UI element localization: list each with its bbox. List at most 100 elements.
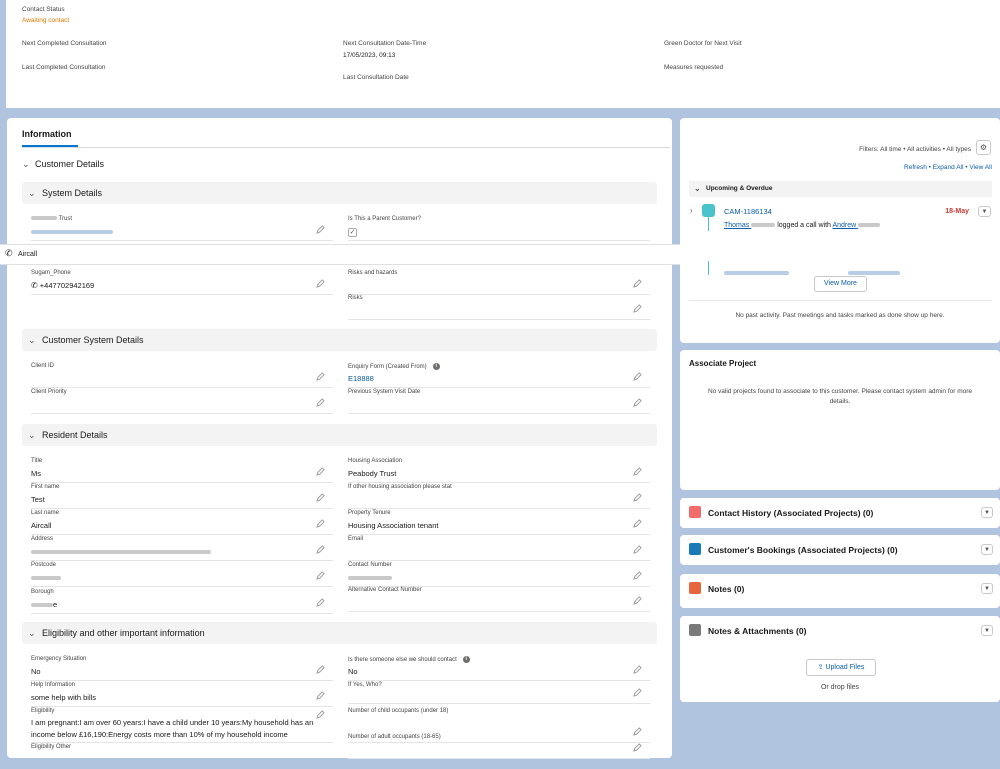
contact-history-title[interactable]: Contact History (Associated Projects) (0… [708,508,873,518]
pencil-icon[interactable] [316,545,325,554]
pencil-icon[interactable] [633,467,642,476]
pencil-icon[interactable] [316,665,325,674]
notes-icon [689,582,701,594]
tab-information[interactable]: Information [22,129,72,139]
upcoming-overdue-header[interactable]: ⌄ Upcoming & Overdue [689,181,992,197]
title-value: Ms [31,469,41,478]
contact-history-card: Contact History (Associated Projects) (0… [680,498,1000,528]
trust-field: Trust [31,216,333,241]
last-name-field: Last name Aircall [31,510,333,535]
contact-number-label: Contact Number [348,562,392,568]
pencil-icon[interactable] [316,493,325,502]
dropdown-icon[interactable]: ▼ [981,625,993,636]
parent-customer-checkbox[interactable]: ✓ [348,228,357,237]
pencil-icon[interactable] [316,372,325,381]
contact-status-value: Awaiting contact [22,17,70,24]
customer-details-section[interactable]: ⌄ Customer Details [22,159,104,169]
eligibility-section[interactable]: ⌄ Eligibility and other important inform… [22,622,657,644]
green-doctor-label: Green Doctor for Next Visit [664,40,742,47]
system-details-section[interactable]: ⌄ System Details [22,182,657,204]
info-icon[interactable]: i [432,363,440,370]
customer-system-details-section[interactable]: ⌄ Customer System Details [22,329,657,351]
expand-all-link[interactable]: Expand All [933,164,964,171]
first-name-value: Test [31,495,45,504]
pencil-icon[interactable] [633,571,642,580]
refresh-link[interactable]: Refresh [904,164,927,171]
pencil-icon[interactable] [633,519,642,528]
resident-details-section[interactable]: ⌄ Resident Details [22,424,657,446]
client-id-label: Client ID [31,363,55,369]
gear-icon[interactable]: ⚙ [976,140,991,155]
chevron-right-icon[interactable]: › [690,206,693,215]
notes-card: Notes (0) ▼ [680,574,1000,608]
property-tenure-value: Housing Association tenant [348,521,439,530]
info-icon[interactable]: i [462,656,470,663]
pencil-icon[interactable] [633,743,642,752]
pencil-icon[interactable] [316,710,325,719]
pencil-icon[interactable] [633,372,642,381]
view-all-link[interactable]: View All [969,164,992,171]
housing-association-label: Housing Association [348,458,403,464]
view-more-button[interactable]: View More [814,276,867,292]
dropdown-icon[interactable]: ▼ [981,583,993,594]
previous-visit-field: Previous System Visit Date [348,389,650,414]
redacted-activity [724,264,901,282]
dropdown-icon[interactable]: ▼ [978,206,991,217]
enquiry-form-link[interactable]: E18888 [348,374,638,383]
notes-attachments-title[interactable]: Notes & Attachments (0) [708,626,806,636]
redacted-text [348,576,392,581]
sugam-phone-value[interactable]: +447702942169 [40,281,94,290]
pencil-icon[interactable] [633,665,642,674]
eligibility-value-line2: income below £16,190:Energy costs more t… [31,730,288,739]
pencil-icon[interactable] [316,398,325,407]
if-yes-who-label: If Yes, Who? [348,682,382,688]
timeline-line [708,217,709,231]
phone-icon[interactable]: ✆ [31,281,38,290]
contact-number-field: Contact Number [348,562,650,587]
pencil-icon[interactable] [633,545,642,554]
pencil-icon[interactable] [316,467,325,476]
child-occupants-label: Number of child occupants (under 18) [348,708,449,714]
next-consultation-datetime-label: Next Consultation Date-Time [343,40,427,47]
pencil-icon[interactable] [316,225,325,234]
activity-target-link[interactable]: Andrew [832,222,881,229]
notes-title[interactable]: Notes (0) [708,584,744,594]
attachment-icon [689,624,701,636]
measures-requested-label: Measures requested [664,64,724,71]
pencil-icon[interactable] [633,398,642,407]
aircall-bar[interactable]: ✆ Aircall [0,244,680,265]
pencil-icon[interactable] [633,688,642,697]
pencil-icon[interactable] [316,598,325,607]
bookings-title[interactable]: Customer's Bookings (Associated Projects… [708,545,898,555]
borough-label: Borough [31,589,54,595]
upload-files-button[interactable]: ⇪ Upload Files [806,659,876,676]
last-consultation-date-label: Last Consultation Date [343,74,409,81]
chevron-down-icon: ⌄ [22,159,30,169]
contact-status-label: Contact Status [22,6,65,13]
pencil-icon[interactable] [316,571,325,580]
emergency-label: Emergency Situation [31,656,87,662]
pencil-icon[interactable] [633,596,642,605]
email-field: Email [348,536,650,561]
if-yes-who-field: If Yes, Who? [348,682,650,704]
phone-icon[interactable]: ✆ [5,248,13,259]
pencil-icon[interactable] [316,691,325,700]
dropdown-icon[interactable]: ▼ [981,544,993,555]
title-field: Title Ms [31,458,333,483]
aircall-label[interactable]: Aircall [18,251,37,258]
pencil-icon[interactable] [316,279,325,288]
redacted-text [31,576,61,581]
dropdown-icon[interactable]: ▼ [981,507,993,518]
pencil-icon[interactable] [633,279,642,288]
adult-occupants-field: Number of adult occupants (18-65) [348,734,650,759]
activity-filters[interactable]: Filters: All time • All activities • All… [859,146,971,153]
pencil-icon[interactable] [633,304,642,313]
pencil-icon[interactable] [633,493,642,502]
activity-actor-link[interactable]: Thomas [724,222,776,229]
tab-divider [22,147,670,148]
activity-item-title[interactable]: CAM-1186134 [724,207,772,216]
pencil-icon[interactable] [316,519,325,528]
activity-item-description: Thomas logged a call with Andrew [724,222,881,229]
someone-else-label: Is there someone else we should contact [348,657,457,664]
redacted-link[interactable] [31,230,113,235]
